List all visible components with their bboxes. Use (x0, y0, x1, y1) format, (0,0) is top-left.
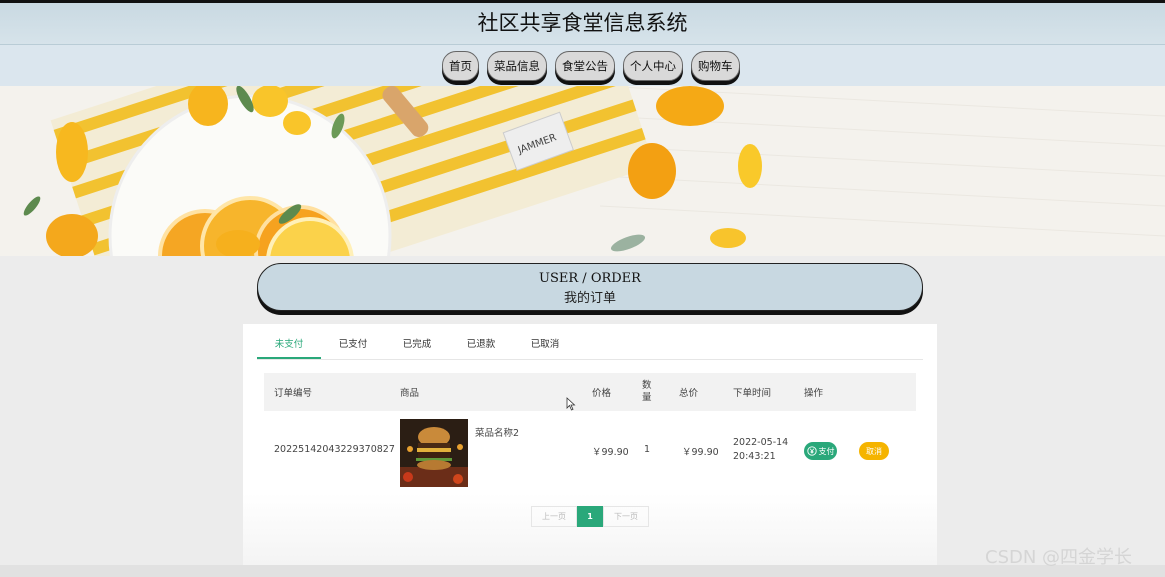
nav-dishes[interactable]: 菜品信息 (487, 51, 547, 81)
header-total: 总价 (679, 388, 699, 399)
header-quantity-line2: 量 (642, 392, 652, 403)
tab-cancelled[interactable]: 已取消 (513, 336, 577, 359)
nav-profile[interactable]: 个人中心 (623, 51, 683, 81)
prev-page-button[interactable]: 上一页 (531, 506, 577, 527)
watermark: CSDN @四金学长 (985, 547, 1133, 568)
nav-list: 首页 菜品信息 食堂公告 个人中心 购物车 (442, 51, 740, 81)
total-value: ￥99.90 (682, 447, 719, 458)
header-price: 价格 (592, 388, 612, 399)
main-nav: 首页 菜品信息 食堂公告 个人中心 购物车 (0, 45, 1165, 86)
product-image[interactable] (400, 419, 468, 487)
section-title-cn: 我的订单 (563, 291, 616, 306)
mouse-cursor-icon (566, 397, 576, 411)
header-action: 操作 (804, 388, 824, 399)
next-page-button[interactable]: 下一页 (603, 506, 649, 527)
burger-image (400, 419, 468, 487)
header-order-no: 订单编号 (274, 388, 313, 399)
order-status-tabs: 未支付 已支付 已完成 已退款 已取消 (257, 336, 923, 360)
order-number: 20225142043229370827 (274, 444, 395, 455)
pagination: 上一页 1 下一页 (531, 506, 649, 527)
app-title: 社区共享食堂信息系统 (0, 3, 1165, 45)
nav-cart[interactable]: 购物车 (691, 51, 740, 81)
tab-completed[interactable]: 已完成 (385, 336, 449, 359)
quantity-value: 1 (644, 444, 651, 455)
cancel-button[interactable]: 取消 (859, 442, 889, 460)
section-title-en: USER / ORDER (539, 271, 641, 286)
order-clock: 20:43:21 (733, 451, 776, 462)
tab-paid[interactable]: 已支付 (321, 336, 385, 359)
tab-refunded[interactable]: 已退款 (449, 336, 513, 359)
orders-panel: 未支付 已支付 已完成 已退款 已取消 订单编号 商品 价格 数 量 总价 下单… (243, 324, 937, 565)
nav-notices[interactable]: 食堂公告 (555, 51, 615, 81)
header-product: 商品 (400, 388, 420, 399)
yen-circle-icon (806, 446, 817, 456)
product-name[interactable]: 菜品名称2 (475, 425, 519, 439)
order-date: 2022-05-14 (733, 437, 789, 448)
pay-button-label: 支付 (818, 446, 835, 456)
page-1-button[interactable]: 1 (577, 506, 603, 527)
header-time: 下单时间 (733, 388, 772, 399)
pay-button[interactable]: 支付 (804, 442, 837, 460)
header-quantity: 数 量 (642, 373, 652, 411)
orders-table-header: 订单编号 商品 价格 数 量 总价 下单时间 操作 (264, 373, 916, 411)
banner-illustration: JAMMER (0, 86, 1165, 256)
section-heading: USER / ORDER 我的订单 (257, 263, 923, 311)
table-row: 20225142043229370827 菜品名称2 ￥99.90 1 ￥99.… (264, 411, 916, 493)
nav-home[interactable]: 首页 (442, 51, 479, 81)
tab-unpaid[interactable]: 未支付 (257, 336, 321, 359)
header-quantity-line1: 数 (642, 380, 652, 391)
banner-image: JAMMER (0, 86, 1165, 256)
price-value: ￥99.90 (592, 447, 629, 458)
order-time: 2022-05-14 20:43:21 (733, 436, 788, 464)
